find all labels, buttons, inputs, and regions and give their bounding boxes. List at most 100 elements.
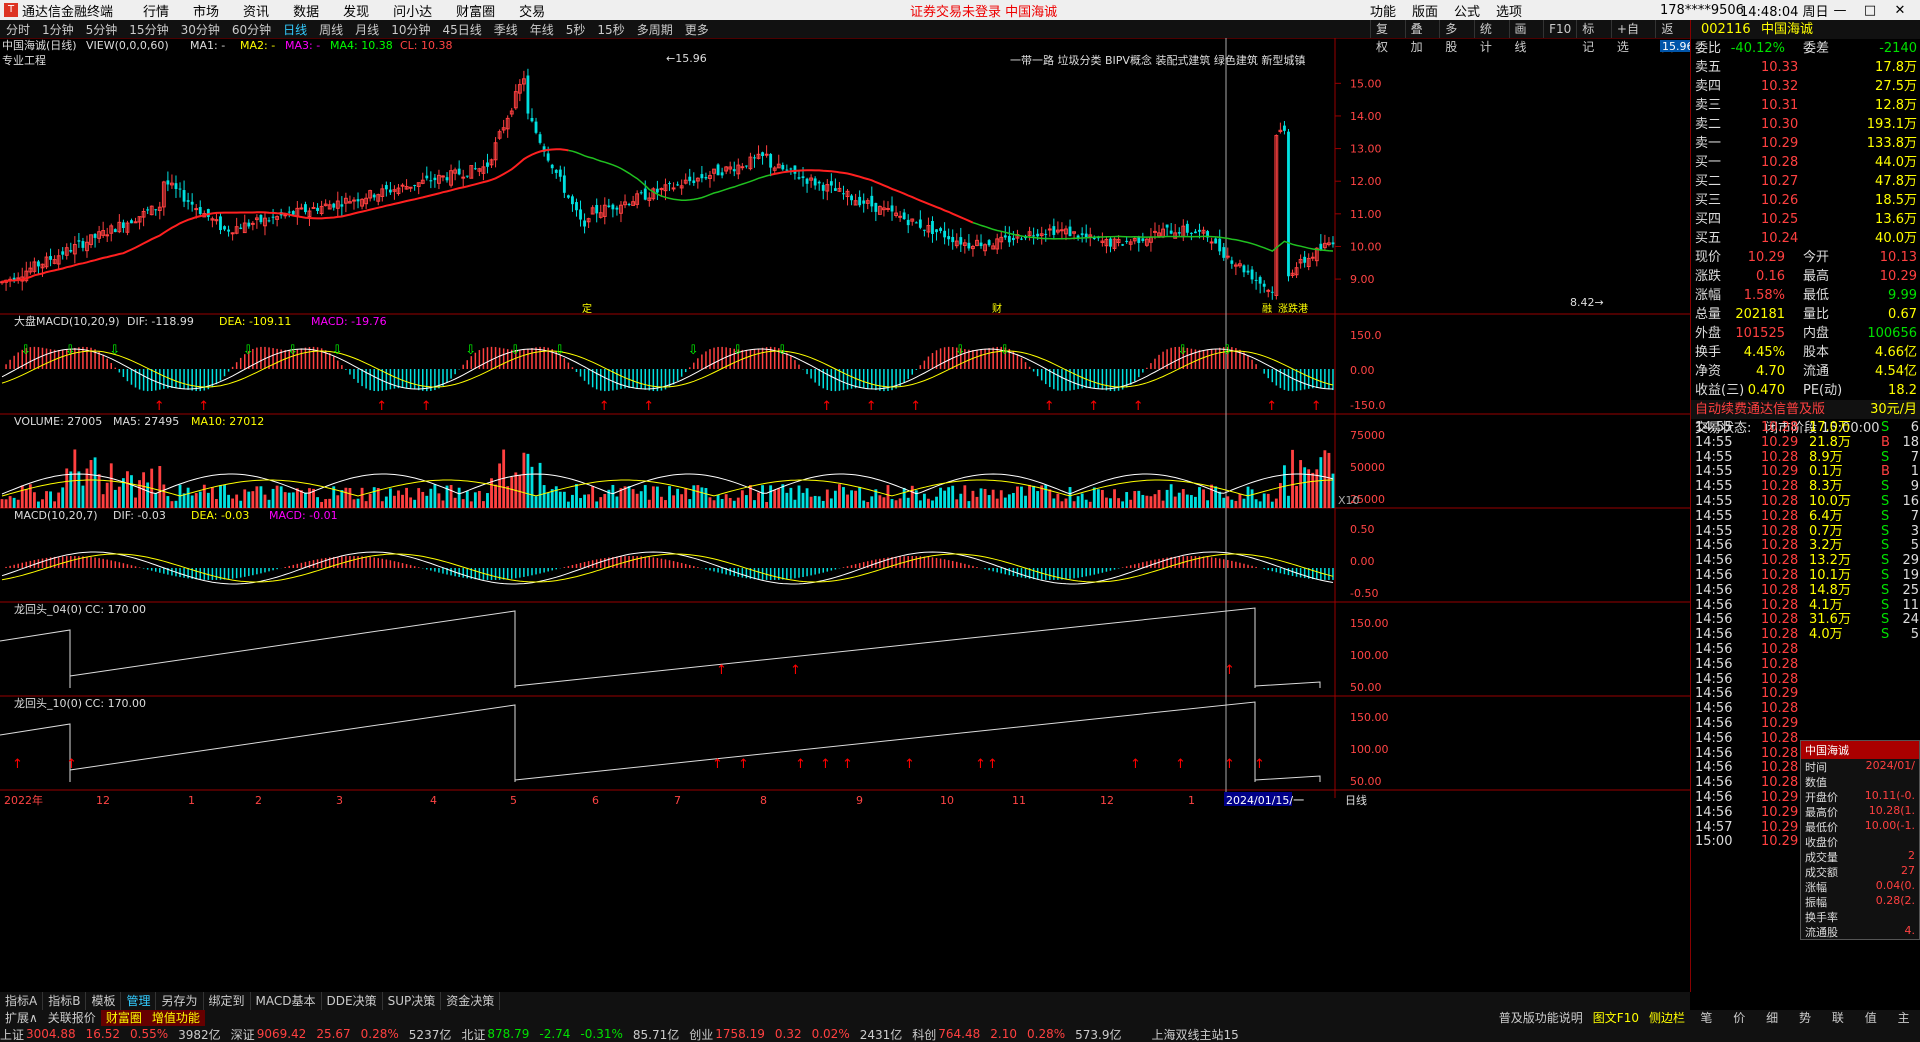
candle-body [311, 206, 316, 209]
right-menu-item[interactable]: 版面 [1412, 1, 1438, 20]
tool-button[interactable]: 标记 [1576, 20, 1611, 54]
index-name[interactable]: 科创 [912, 1026, 936, 1042]
kline-chart-area[interactable]: ⇩ ⇩ ⇩ ↑ ↑ ⇩ ⇩ ⇩ ↑ ↑ ⇩ ⇩ ⇩ ↑ ↑ ⇩ ⇩ ⇩ ↑ ↑ ↑ ⇩ ⇩ ↑ ↑ ↑ ⇩ ⇩ ↑ ↑ ↑ ↑ ↑ ↑ ↑ ↑ ↑ ↑… [0, 38, 1690, 992]
period-tab[interactable]: 分时 [6, 21, 30, 38]
help-link[interactable]: 普及版功能说明 [1494, 1010, 1588, 1026]
indicator-tab[interactable]: SUP决策 [383, 992, 442, 1010]
period-tab[interactable]: 15分钟 [129, 21, 168, 38]
indicator-tab[interactable]: 绑定到 [204, 992, 251, 1010]
menu-item[interactable]: 资讯 [243, 5, 269, 20]
tool-button[interactable]: 返回 [1655, 20, 1690, 54]
panel-tab[interactable]: 主 [1887, 1010, 1920, 1026]
server-station[interactable]: 上海双线主站15 [1151, 1026, 1238, 1042]
candle-body [340, 204, 344, 207]
f10-link[interactable]: 图文F10 [1588, 1010, 1644, 1026]
volume-bar [101, 494, 105, 508]
indicator-tab[interactable]: 管理 [121, 992, 157, 1010]
high-price-label: ←15.96 [666, 52, 707, 65]
panel-tab[interactable]: 价 [1723, 1010, 1756, 1026]
period-tab[interactable]: 10分钟 [391, 21, 430, 38]
menu-item[interactable]: 问小达 [393, 5, 432, 20]
window-controls: — □ ✕ [1825, 3, 1915, 18]
stat-value: 4.45% [1743, 345, 1785, 360]
candle-body [198, 207, 202, 214]
candle-body [967, 242, 971, 249]
tool-button[interactable]: F10 [1543, 20, 1576, 38]
indicator-tab[interactable]: 另存为 [156, 992, 204, 1010]
menu-item[interactable]: 行情 [143, 5, 169, 20]
login-notice[interactable]: 证券交易未登录 中国海诚 [910, 1, 1057, 20]
period-tab[interactable]: 1分钟 [42, 21, 74, 38]
index-amount: 85.71亿 [632, 1027, 680, 1042]
sidebar-link[interactable]: 侧边栏 [1644, 1010, 1690, 1026]
close-icon[interactable]: ✕ [1885, 3, 1915, 18]
index-value: 9069.42 [256, 1027, 307, 1041]
index-name[interactable]: 上证 [0, 1026, 24, 1042]
period-tab[interactable]: 45日线 [442, 21, 481, 38]
menu-item[interactable]: 发现 [343, 5, 369, 20]
panel-tab[interactable]: 联 [1821, 1010, 1854, 1026]
tool-button[interactable]: 画线 [1508, 20, 1544, 54]
panel-tab[interactable]: 势 [1789, 1010, 1822, 1026]
tool-button[interactable]: 叠加 [1404, 20, 1440, 54]
period-tab[interactable]: 月线 [355, 21, 379, 38]
candle-body [1209, 241, 1214, 244]
minimize-icon[interactable]: — [1825, 3, 1855, 18]
extension-tab[interactable]: 财富圈 [100, 1010, 147, 1026]
panel-tab[interactable]: 笔 [1690, 1010, 1723, 1026]
candle-body [1194, 231, 1197, 234]
maximize-icon[interactable]: □ [1855, 3, 1885, 18]
right-menu-item[interactable]: 公式 [1454, 1, 1480, 20]
menu-item[interactable]: 交易 [519, 5, 545, 20]
tool-button[interactable]: 复权 [1370, 20, 1405, 54]
indicator-tab[interactable]: 指标A [0, 992, 44, 1010]
menu-item[interactable]: 数据 [293, 5, 319, 20]
extension-tab[interactable]: 扩展∧ [0, 1010, 43, 1026]
volume-bar [931, 500, 934, 508]
tool-button[interactable]: +自选 [1610, 20, 1656, 54]
volume-bar [684, 487, 688, 508]
period-tab[interactable]: 30分钟 [181, 21, 220, 38]
stat-label: 最低 [1803, 288, 1830, 303]
period-tab[interactable]: 5秒 [566, 21, 586, 38]
tool-button[interactable]: 统计 [1473, 20, 1509, 54]
indicator-tab[interactable]: DDE决策 [322, 992, 383, 1010]
index-value: 764.48 [938, 1027, 981, 1041]
period-tab[interactable]: 多周期 [637, 21, 673, 38]
menu-item[interactable]: 市场 [193, 5, 219, 20]
period-tab[interactable]: 60分钟 [232, 21, 271, 38]
period-tab[interactable]: 日线 [283, 21, 307, 38]
period-tab[interactable]: 5分钟 [86, 21, 118, 38]
volume-bar [433, 484, 437, 508]
candle-body [81, 241, 85, 248]
panel-axis-label: 50.00 [1350, 681, 1382, 694]
right-menu-item[interactable]: 选项 [1496, 1, 1522, 20]
extension-tab[interactable]: 关联报价 [43, 1010, 101, 1026]
period-tab[interactable]: 周线 [319, 21, 343, 38]
right-menu-item[interactable]: 功能 [1370, 1, 1396, 20]
indicator-tab[interactable]: MACD基本 [251, 992, 322, 1010]
indicator-tab[interactable]: 指标B [43, 992, 87, 1010]
indicator-tab[interactable]: 资金决策 [441, 992, 501, 1010]
extension-tab[interactable]: 增值功能 [146, 1010, 205, 1026]
indicator-tab[interactable]: 模板 [86, 992, 122, 1010]
period-tab[interactable]: 15秒 [597, 21, 624, 38]
index-name[interactable]: 创业 [689, 1026, 713, 1042]
candle-body [1214, 238, 1218, 244]
stat-label: 总量 [1695, 307, 1722, 322]
period-tab[interactable]: 更多 [685, 21, 709, 38]
index-name[interactable]: 北证 [461, 1026, 485, 1042]
volume-bar [910, 485, 914, 508]
account-label[interactable]: 178****9506 [1660, 3, 1744, 18]
title-bar: T 通达信金融终端 行情 市场 资讯 数据 发现 问小达 财富圈 交易 证券交易未登录 中国海… [0, 0, 1920, 20]
tool-button[interactable]: 多股 [1439, 20, 1474, 54]
period-tab[interactable]: 季线 [494, 21, 518, 38]
index-name[interactable]: 深证 [231, 1026, 255, 1042]
volume-bar [854, 490, 858, 508]
volume-bar [951, 485, 955, 508]
panel-tab[interactable]: 细 [1756, 1010, 1789, 1026]
panel-tab[interactable]: 值 [1854, 1010, 1887, 1026]
menu-item[interactable]: 财富圈 [456, 5, 495, 20]
period-tab[interactable]: 年线 [530, 21, 554, 38]
tooltip-row: 时间 2024/01/ [1801, 759, 1919, 774]
